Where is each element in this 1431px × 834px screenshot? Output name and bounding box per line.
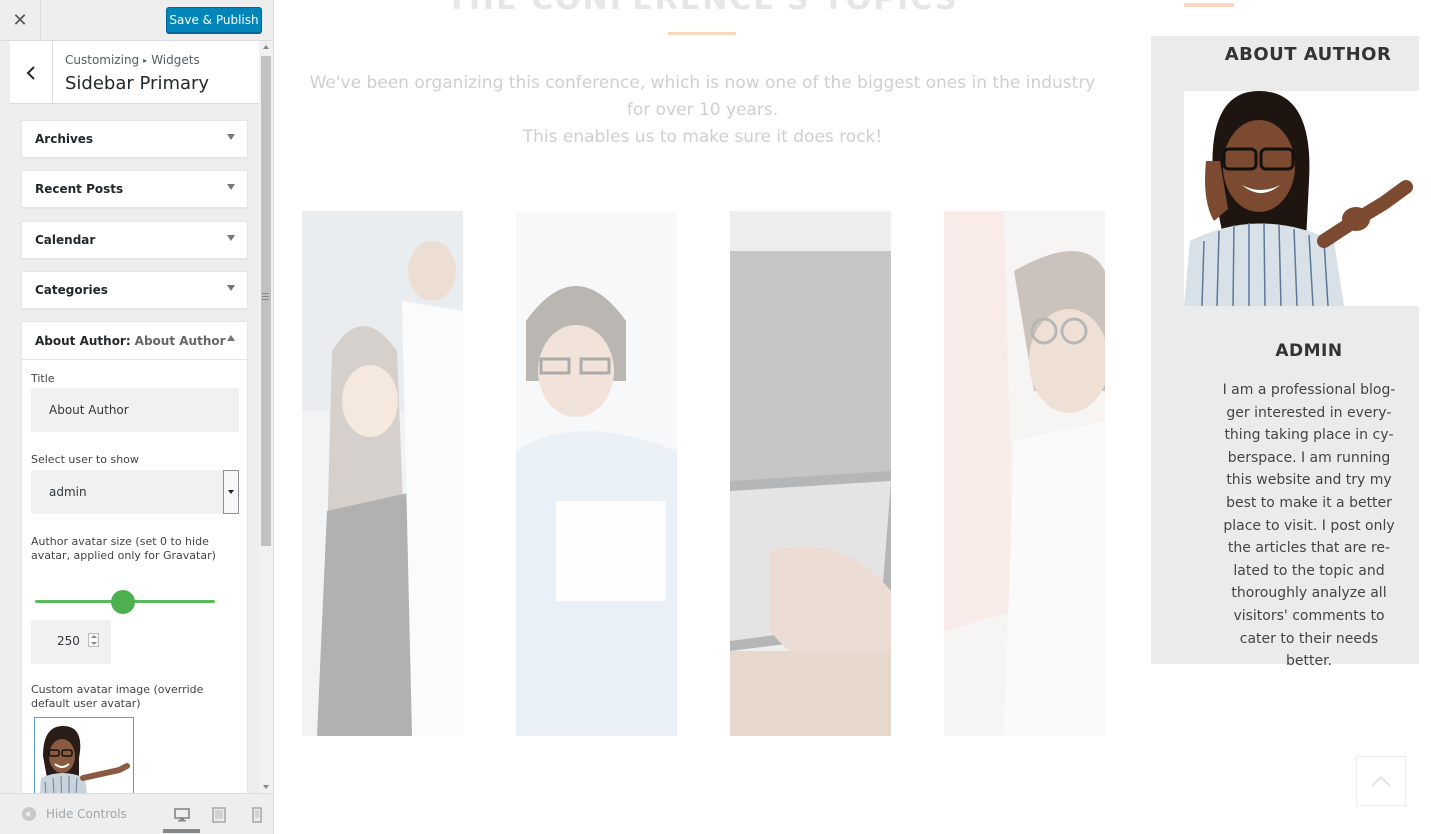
customizer-footer: Hide Controls	[0, 793, 273, 834]
slider-handle[interactable]	[111, 590, 135, 614]
section-heading: THE CONFERENCE'S TOPICS	[274, 0, 1131, 17]
expand-arrow-icon[interactable]	[227, 184, 235, 190]
mobile-icon[interactable]	[249, 807, 265, 823]
customizer-panel: ✕ Save & Publish Customizing ▸ Widgets Sid…	[0, 0, 274, 834]
topic-photo-3	[730, 211, 891, 736]
avatar-size-value: 250	[57, 634, 80, 648]
widget-about-author: About Author: About Author Title About A…	[21, 321, 248, 821]
widget-calendar[interactable]: Calendar	[21, 221, 248, 259]
topic-photo-2	[516, 211, 677, 736]
widget-header[interactable]: Categories	[22, 272, 247, 308]
widget-title: Recent Posts	[35, 182, 124, 196]
widget-header[interactable]: Archives	[22, 121, 247, 157]
number-spinner-icon[interactable]	[88, 633, 99, 647]
close-customizer-button[interactable]: ✕	[0, 0, 41, 40]
author-widget: ABOUT AUTHOR ADMIN I am a professional b…	[1151, 36, 1419, 669]
customizer-screen: ✕ Save & Publish Customizing ▸ Widgets Sid…	[0, 0, 1431, 834]
breadcrumb-widgets: Widgets	[151, 53, 200, 67]
widget-title: Archives	[35, 132, 94, 146]
breadcrumb: Customizing ▸ Widgets	[65, 53, 200, 67]
widget-title: About Author	[35, 333, 126, 348]
customizer-header: ✕ Save & Publish	[0, 0, 273, 41]
expand-arrow-icon[interactable]	[227, 235, 235, 241]
author-bio: I am a professional blog­ger interested …	[1222, 382, 1396, 670]
widget-header[interactable]: About Author: About Author	[22, 322, 247, 360]
widget-title: Calendar	[35, 233, 96, 247]
desktop-icon[interactable]	[174, 807, 190, 823]
chevron-down-icon[interactable]	[223, 470, 239, 514]
scrollbar-thumb[interactable]	[261, 56, 271, 546]
expand-arrow-icon[interactable]	[227, 134, 235, 140]
widget-in-title: About Author	[134, 333, 226, 348]
breadcrumb-separator: ▸	[143, 56, 148, 65]
select-user-label: Select user to show	[31, 453, 139, 466]
expand-arrow-icon[interactable]	[227, 285, 235, 291]
widget-recent-posts[interactable]: Recent Posts	[21, 170, 248, 208]
heading-accent-line	[668, 32, 736, 35]
custom-avatar-label: Custom avatar image (override default us…	[31, 683, 204, 710]
collapse-arrow-icon[interactable]	[227, 335, 235, 341]
user-select-value: admin	[49, 485, 87, 499]
section-description: We've been organizing this conference, w…	[304, 70, 1101, 151]
title-field[interactable]: About Author	[31, 388, 239, 432]
widget-header[interactable]: Calendar	[22, 222, 247, 258]
title-label: Title	[31, 372, 55, 385]
widget-title-separator: :	[125, 333, 131, 348]
resize-grip[interactable]	[262, 293, 269, 301]
widget-title: ABOUT AUTHOR	[1224, 44, 1392, 65]
collapse-icon	[22, 807, 36, 821]
scroll-up-icon[interactable]	[263, 45, 269, 49]
avatar-size-slider[interactable]	[35, 590, 215, 614]
breadcrumb-customizing: Customizing	[65, 53, 140, 67]
scroll-down-icon[interactable]	[263, 785, 269, 789]
panel-scrollbar[interactable]	[259, 41, 273, 793]
widget-archives[interactable]: Archives	[21, 120, 248, 158]
avatar-size-input[interactable]: 250	[31, 620, 111, 664]
description-line-1: We've been organizing this conference, w…	[309, 73, 1096, 120]
back-to-top-button[interactable]	[1356, 756, 1406, 806]
widget-header[interactable]: Recent Posts	[22, 171, 247, 207]
active-device-indicator	[163, 829, 200, 833]
section-title: Sidebar Primary	[65, 73, 210, 94]
save-publish-button[interactable]: Save & Publish	[166, 7, 262, 33]
sidebar-accent-line	[1184, 3, 1234, 7]
topic-photo-4	[944, 211, 1105, 736]
chevron-left-icon	[26, 65, 35, 80]
back-button[interactable]	[10, 41, 53, 104]
topic-photo-1	[302, 211, 463, 736]
close-icon: ✕	[12, 9, 28, 31]
tablet-icon[interactable]	[211, 807, 227, 823]
author-name: ADMIN	[1275, 341, 1343, 361]
hide-controls-button[interactable]: Hide Controls	[22, 807, 127, 821]
author-avatar-picture	[1184, 91, 1419, 306]
widget-title: Categories	[35, 283, 108, 297]
widget-categories[interactable]: Categories	[21, 271, 248, 309]
hide-controls-label: Hide Controls	[46, 807, 127, 821]
avatar-size-label: Author avatar size (set 0 to hide avatar…	[31, 535, 216, 562]
section-header: Customizing ▸ Widgets Sidebar Primary	[10, 41, 260, 104]
description-line-2: This enables us to make sure it does roc…	[522, 127, 883, 147]
user-select[interactable]: admin	[31, 470, 239, 514]
site-preview: THE CONFERENCE'S TOPICS We've been organ…	[274, 0, 1431, 834]
author-avatar	[1184, 91, 1419, 306]
chevron-up-icon	[1371, 775, 1391, 787]
